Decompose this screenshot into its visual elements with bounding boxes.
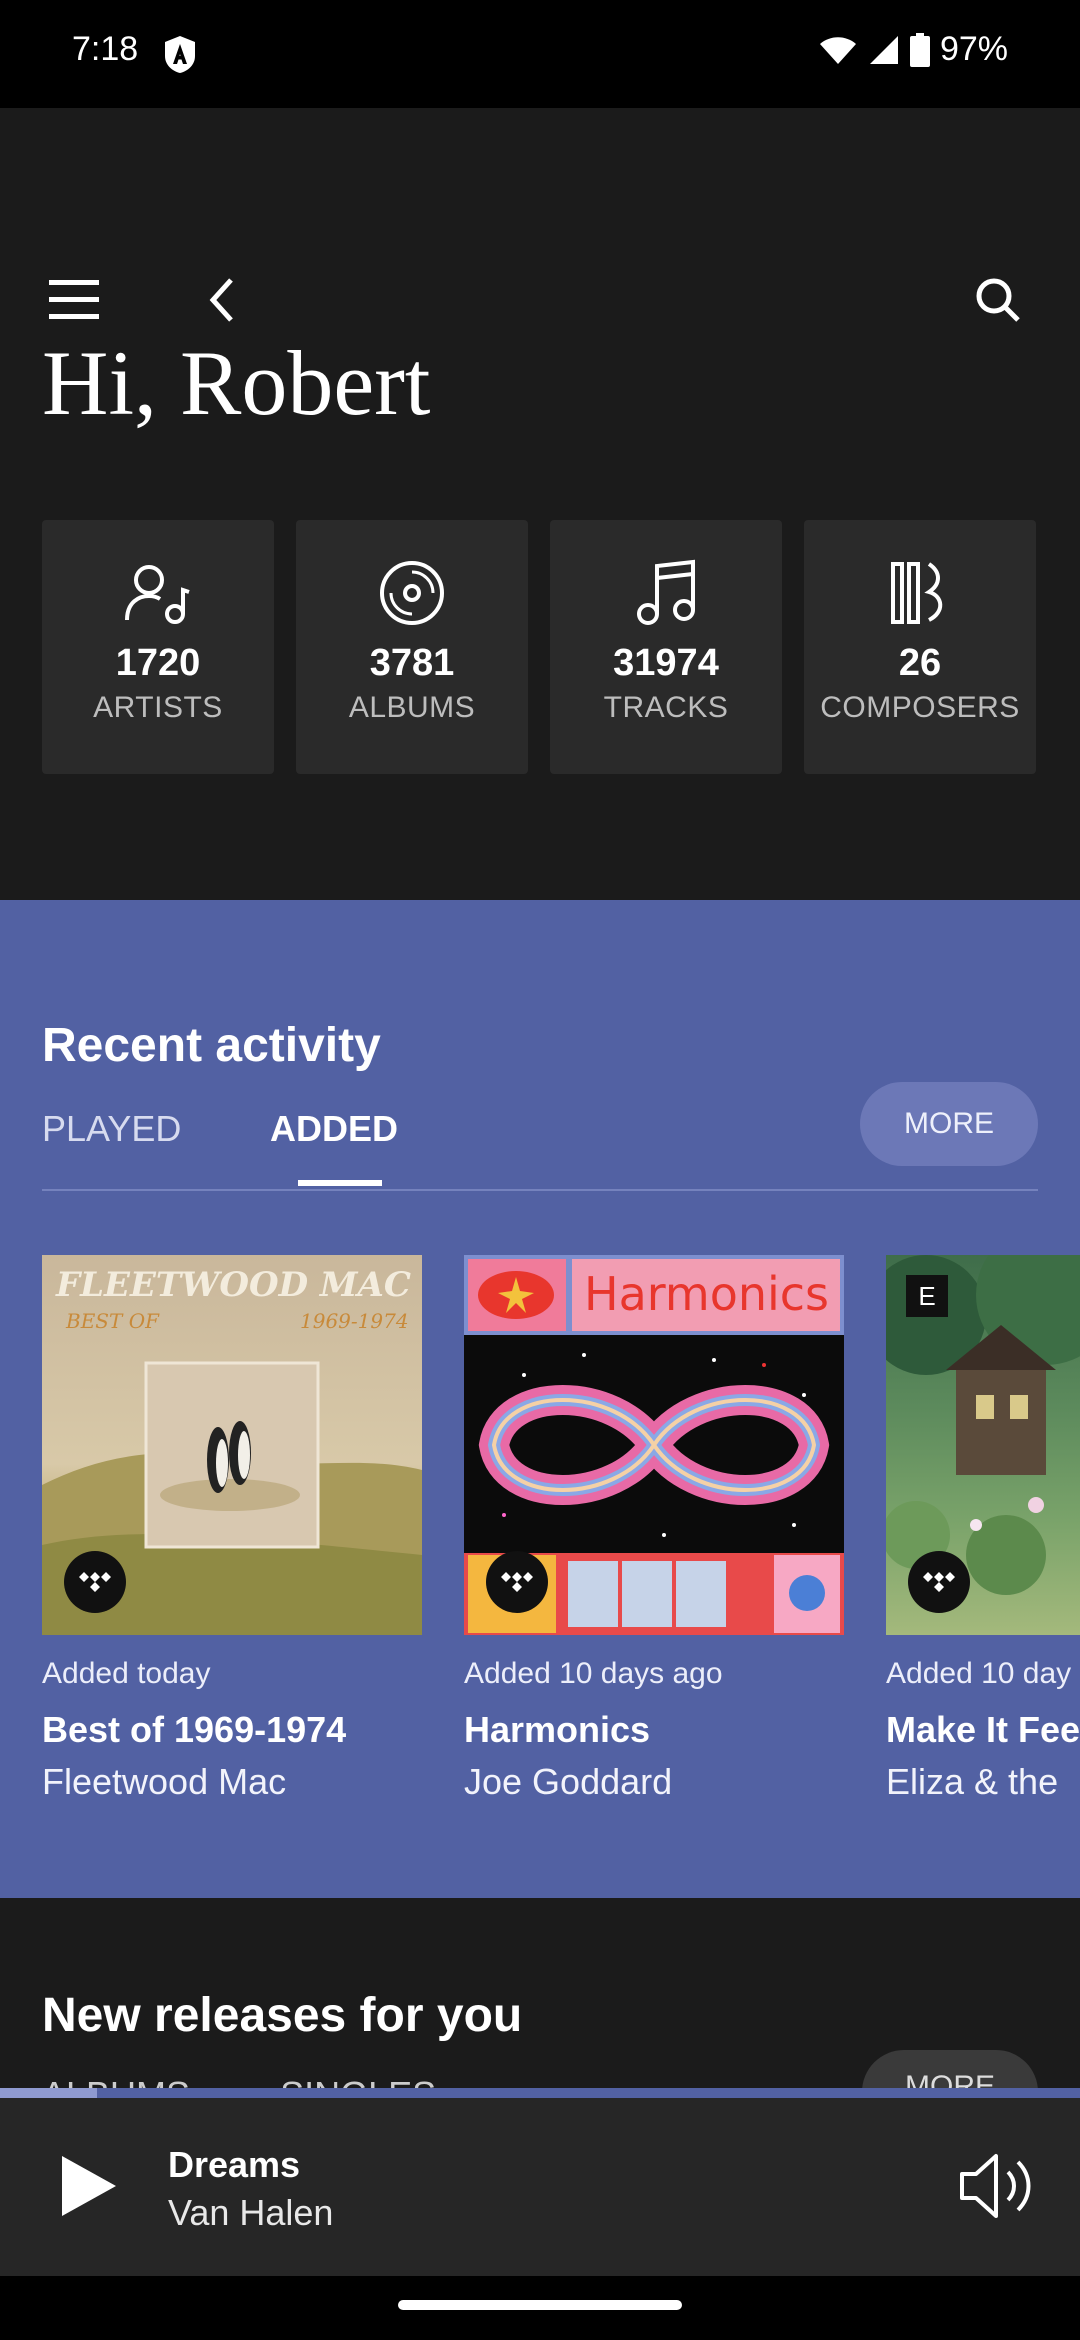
now-playing-title: Dreams	[168, 2144, 301, 2185]
added-date: Added 10 day	[886, 1657, 1072, 1690]
mini-player[interactable]: Dreams Van Halen	[0, 2098, 1080, 2276]
playback-progress-bar[interactable]	[0, 2088, 1080, 2098]
added-date: Added today	[42, 1657, 211, 1690]
status-time: 7:18	[72, 30, 139, 68]
chevron-left-icon[interactable]	[192, 270, 252, 330]
album-title: Make It Fee	[886, 1709, 1080, 1750]
album-cover[interactable]: Harmonics	[464, 1255, 844, 1635]
library-stats: 1720 ARTISTS 3781 ALBUMS 31974 TRACKS 26…	[42, 520, 1036, 774]
playback-progress-fill	[0, 2088, 98, 2098]
tidal-icon	[486, 1551, 548, 1613]
album-card[interactable]: Harmonics Added 10 days ago Harmonics Jo…	[464, 1255, 844, 1803]
battery-icon	[909, 32, 930, 67]
music-note-icon	[637, 559, 695, 625]
section-title: New releases for you	[42, 1989, 523, 2042]
stat-label: ARTISTS	[93, 691, 223, 724]
artist-icon	[125, 565, 190, 624]
explicit-badge: E	[906, 1275, 948, 1317]
stat-card-composers[interactable]: 26 COMPOSERS	[804, 520, 1036, 774]
notification-a-icon	[165, 36, 195, 73]
album-card[interactable]: FLEETWOOD MAC BEST OF 1969-1974 Added to…	[42, 1255, 422, 1803]
album-title: Harmonics	[464, 1709, 651, 1750]
search-icon[interactable]	[968, 270, 1028, 330]
now-playing-artist: Van Halen	[168, 2192, 334, 2233]
stat-count: 26	[898, 642, 942, 684]
recent-activity-section: Recent activity PLAYED ADDED MORE FLEETW…	[0, 900, 1080, 1898]
album-artist: Joe Goddard	[464, 1761, 673, 1802]
hamburger-menu-icon[interactable]	[44, 270, 104, 330]
system-nav-bar	[0, 2276, 1080, 2340]
battery-percent: 97%	[939, 30, 1008, 68]
more-button[interactable]: MORE	[860, 1082, 1038, 1166]
album-title: Best of 1969-1974	[42, 1709, 347, 1750]
stat-card-artists[interactable]: 1720 ARTISTS	[42, 520, 274, 774]
status-bar: 7:18 97%	[0, 0, 1080, 108]
album-icon	[380, 561, 444, 625]
stat-count: 31974	[613, 642, 719, 684]
status-icons: 97%	[818, 30, 1008, 69]
stat-card-albums[interactable]: 3781 ALBUMS	[296, 520, 528, 774]
greeting: Hi, Robert	[42, 332, 431, 434]
new-releases-section: New releases for you ALBUMS SINGLES MORE	[0, 1898, 1080, 2098]
section-title: Recent activity	[42, 1019, 381, 1072]
stat-count: 1720	[115, 642, 201, 684]
home-handle[interactable]	[398, 2300, 682, 2310]
tab-added[interactable]: ADDED	[270, 1108, 398, 1150]
composer-icon	[891, 562, 943, 624]
stat-label: COMPOSERS	[820, 691, 1020, 724]
play-icon[interactable]	[52, 2150, 124, 2222]
album-cover[interactable]: E	[886, 1255, 1080, 1635]
cover-text: FLEETWOOD MAC	[56, 1265, 411, 1305]
library-header: Hi, Robert 1720 ARTISTS 3781 ALBUMS 3197…	[0, 108, 1080, 900]
stat-card-tracks[interactable]: 31974 TRACKS	[550, 520, 782, 774]
volume-icon[interactable]	[956, 2150, 1040, 2222]
stat-label: ALBUMS	[348, 691, 476, 724]
signal-icon	[869, 35, 898, 64]
album-cover[interactable]: FLEETWOOD MAC BEST OF 1969-1974	[42, 1255, 422, 1635]
tidal-icon	[64, 1551, 126, 1613]
stat-label: TRACKS	[603, 691, 729, 724]
tab-played[interactable]: PLAYED	[42, 1108, 181, 1150]
cover-text: BEST OF	[66, 1309, 159, 1333]
wifi-icon	[819, 36, 856, 64]
tab-divider	[42, 1189, 1038, 1191]
stat-count: 3781	[369, 642, 455, 684]
album-artist: Fleetwood Mac	[42, 1761, 287, 1802]
cover-text: 1969-1974	[300, 1309, 409, 1333]
album-card[interactable]: E Added 10 day Make It Fee Eliza & the	[886, 1255, 1080, 1803]
tidal-icon	[908, 1551, 970, 1613]
album-artist: Eliza & the	[886, 1761, 1059, 1802]
active-tab-indicator	[298, 1180, 382, 1186]
added-date: Added 10 days ago	[464, 1657, 723, 1690]
cover-text: Harmonics	[584, 1267, 830, 1321]
